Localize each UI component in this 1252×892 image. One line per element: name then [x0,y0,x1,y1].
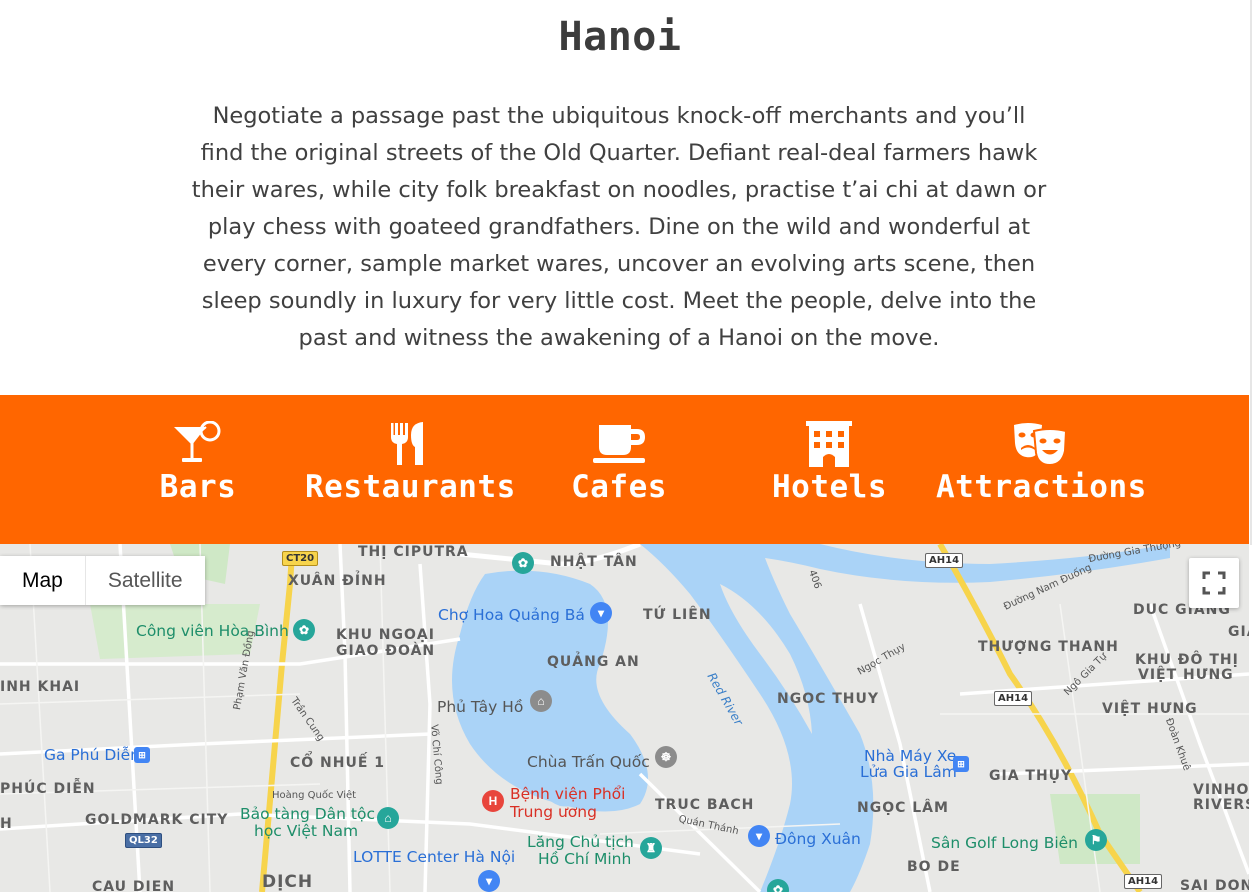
pagoda-pin-icon[interactable]: ☸ [655,746,677,768]
category-bars[interactable]: Bars [148,421,248,521]
map-area-label: VIỆT HƯNG [1138,667,1234,683]
map-area-label: NGOC THUY [777,691,880,707]
map-area-label: XUÂN ĐỈNH [288,573,387,589]
fork-knife-icon [305,421,513,469]
map-area-label: NGỌC LÂM [857,800,949,816]
category-restaurants[interactable]: Restaurants [305,421,516,521]
page-title: Hanoi [558,14,682,60]
category-label: Bars [159,469,237,505]
map-area-label: GIAO ĐOÀN [336,643,436,659]
road-shield: CT20 [282,551,319,566]
map-type-control: Map Satellite [0,556,205,605]
park-pin-icon[interactable]: ✿ [512,552,534,574]
map-area-label: TỨ LIÊN [643,607,712,623]
map-type-map-button[interactable]: Map [0,556,86,605]
map-area-label: QUẢNG AN [547,654,640,670]
golf-pin-icon[interactable]: ⚑ [1085,829,1107,851]
train-station-icon[interactable]: ⊞ [134,747,150,763]
map-area-label: CỔ NHUẾ 1 [290,755,386,771]
map-area-label: INH KHAI [0,679,81,695]
temple-pin-icon[interactable]: ⌂ [530,690,552,712]
map-poi-label[interactable]: Lăng Chủ tịch [527,833,634,851]
map-poi-label[interactable]: Chợ Hoa Quảng Bá [438,606,585,624]
map-poi-label[interactable]: Bệnh viện Phổi [510,785,625,803]
road-shield: QL32 [125,833,162,848]
map-poi-label[interactable]: LOTTE Center Hà Nội [353,848,515,866]
map-area-label: H [0,816,13,832]
coffee-cup-icon [567,421,671,469]
fullscreen-icon [1202,571,1226,595]
category-attractions[interactable]: Attractions [936,421,1147,521]
map-area-label: GIA [1228,624,1249,640]
map-area-label: TRUC BACH [655,797,755,813]
map-area-label: SAI DONG [1180,878,1249,892]
map-area-label: RIVERS [1193,797,1249,813]
category-hotels[interactable]: Hotels [772,421,886,521]
category-label: Attractions [936,469,1147,505]
road-shield: AH14 [925,553,964,568]
map-area-label: NHẬT TÂN [550,554,638,570]
shopping-pin-icon[interactable]: ▾ [478,870,500,892]
train-station-icon[interactable]: ⊞ [953,756,969,772]
fullscreen-button[interactable] [1189,558,1239,608]
map[interactable]: THỊ CIPUTRA NHẬT TÂN XUÂN ĐỈNH TỨ LIÊN D… [0,544,1249,892]
park-pin-icon[interactable]: ✿ [293,619,315,641]
category-cafes[interactable]: Cafes [567,421,671,521]
shopping-pin-icon[interactable]: ▾ [590,602,612,624]
map-area-label: DỊCH [262,872,314,892]
map-area-label: THƯỢNG THANH [978,639,1119,655]
map-poi-label[interactable]: Công viên Hòa Bình [136,622,289,640]
hotel-building-icon [772,421,886,469]
map-poi-label[interactable]: Sân Golf Long Biên [931,834,1078,852]
map-type-satellite-button[interactable]: Satellite [85,556,205,605]
map-poi-label[interactable]: Bảo tàng Dân tộc [240,805,375,823]
map-poi-label[interactable]: Lửa Gia Lâm [860,763,957,781]
map-area-label: KHU ĐÔ THỊ [1135,652,1239,668]
map-area-label: GIA THỤY [989,768,1073,784]
category-label: Cafes [571,469,667,505]
road-label: Hoàng Quốc Việt [272,790,357,801]
map-poi-label[interactable]: Ga Phú Diễn [44,746,140,764]
intro-paragraph: Negotiate a passage past the ubiquitous … [191,103,1047,351]
map-poi-label[interactable]: Chùa Trấn Quốc [527,753,650,771]
map-area-label: KHU NGOẠI [336,627,435,643]
map-area-label: VIỆT HƯNG [1102,701,1198,717]
map-poi-label[interactable]: Phủ Tây Hồ [437,698,523,716]
map-area-label: BO DE [907,859,961,875]
map-poi-label[interactable]: Hồ Chí Minh [538,850,631,868]
map-area-label: VINHO [1193,782,1249,798]
map-area-label: GOLDMARK CITY [85,812,229,828]
map-area-label: THỊ CIPUTRA [358,544,469,560]
road-shield: AH14 [994,691,1033,706]
monument-pin-icon[interactable]: ♜ [640,837,662,859]
map-poi-label[interactable]: Đông Xuân [775,830,861,848]
map-area-label: PHÚC DIỄN [0,781,96,797]
map-poi-label[interactable]: học Việt Nam [254,822,358,840]
category-bar: Bars Restaurants Cafes Hotels Attraction… [0,395,1249,544]
theater-masks-icon [936,421,1144,469]
museum-pin-icon[interactable]: ⌂ [377,807,399,829]
map-poi-label[interactable]: Trung ương [510,803,597,821]
hospital-pin-icon[interactable]: H [482,790,504,812]
map-area-label: CAU DIEN [92,879,176,892]
shopping-pin-icon[interactable]: ▾ [748,825,770,847]
category-label: Hotels [772,469,887,505]
category-label: Restaurants [305,469,516,505]
road-shield: AH14 [1124,874,1163,889]
cocktail-icon [148,421,248,469]
